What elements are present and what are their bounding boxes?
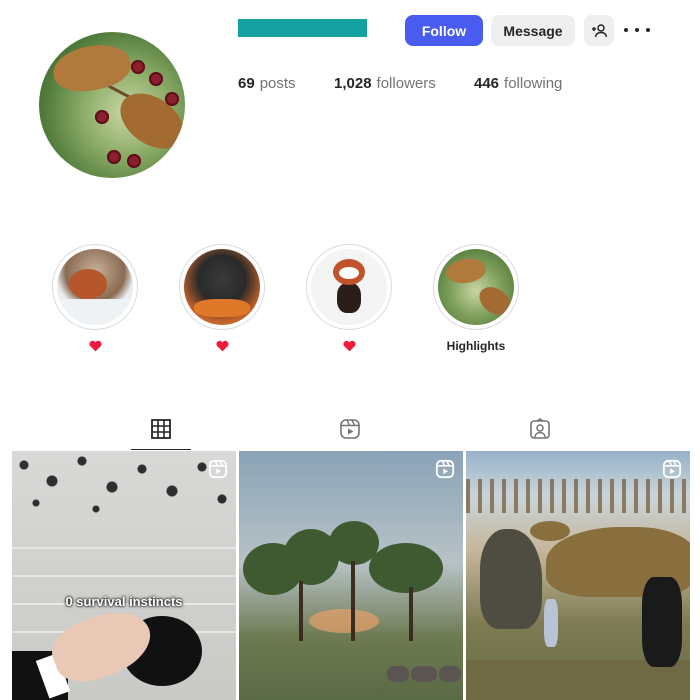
reels-icon	[340, 419, 360, 439]
following-stat[interactable]: 446 following	[474, 75, 562, 92]
posts-count: 69	[238, 75, 255, 92]
story-highlight[interactable]: Highlights	[433, 244, 519, 353]
highlight-ring	[179, 244, 265, 330]
tree	[369, 543, 443, 593]
posts-stat: 69 posts	[238, 75, 334, 92]
tab-posts[interactable]	[131, 416, 191, 450]
highlight-cover-squirrel	[57, 249, 133, 325]
squirrel	[69, 269, 107, 299]
following-label: following	[504, 75, 563, 92]
profile-avatar[interactable]	[39, 32, 185, 178]
wall-spots	[12, 451, 236, 521]
heart-icon	[88, 340, 102, 352]
avatar-berry	[131, 60, 145, 74]
mouse	[444, 256, 488, 286]
followers-stat[interactable]: 1,028 followers	[334, 75, 474, 92]
tree-trunk	[299, 581, 303, 641]
followers-label: followers	[376, 75, 436, 92]
dot	[624, 28, 628, 32]
highlight-label	[52, 339, 138, 353]
suggest-user-button[interactable]	[584, 15, 614, 46]
elephant	[387, 666, 409, 682]
post-thumbnail[interactable]	[466, 451, 690, 700]
highlight-ring	[433, 244, 519, 330]
tree-trunk	[351, 561, 355, 641]
heart-icon	[215, 340, 229, 352]
snow	[57, 299, 133, 325]
highlight-cover-mice	[438, 249, 514, 325]
reel-icon	[435, 459, 455, 479]
profile-stats: 69 posts 1,028 followers 446 following	[238, 75, 562, 92]
username-redacted	[238, 19, 367, 37]
posts-label: posts	[259, 75, 296, 92]
child	[544, 599, 558, 647]
followers-count: 1,028	[334, 75, 372, 92]
fence	[466, 479, 690, 513]
reel-icon	[208, 459, 228, 479]
story-highlight[interactable]	[52, 244, 138, 353]
add-user-icon	[592, 23, 607, 37]
mouse	[474, 281, 514, 321]
post-thumbnail[interactable]	[239, 451, 463, 700]
highlight-label: Highlights	[446, 339, 506, 353]
follow-button[interactable]: Follow	[405, 15, 483, 46]
man	[642, 577, 682, 667]
dot	[635, 28, 639, 32]
leaves	[194, 299, 250, 317]
floor-line	[12, 547, 236, 549]
grid-icon	[151, 419, 171, 439]
dinosaur-neck	[530, 521, 570, 541]
avatar-berry	[149, 72, 163, 86]
message-button[interactable]: Message	[491, 15, 575, 46]
sunset-glow	[309, 609, 379, 633]
highlight-label	[179, 339, 265, 353]
avatar-berry	[95, 110, 109, 124]
more-options-icon[interactable]	[624, 20, 650, 40]
dot	[646, 28, 650, 32]
dinosaur-statue	[480, 529, 542, 629]
avatar-berry	[165, 92, 179, 106]
post-caption: 0 survival instincts	[65, 594, 183, 609]
floor-line	[12, 575, 236, 577]
tab-reels[interactable]	[320, 416, 380, 450]
post-thumbnail[interactable]: 0 survival instincts	[12, 451, 236, 700]
tree-trunk	[409, 587, 413, 641]
story-highlight[interactable]	[179, 244, 265, 353]
following-count: 446	[474, 75, 500, 92]
elephant	[411, 666, 437, 682]
tab-tagged[interactable]	[510, 416, 570, 450]
panda-body	[337, 283, 361, 313]
story-highlight[interactable]	[306, 244, 392, 353]
highlight-ring	[52, 244, 138, 330]
avatar-mouse	[49, 39, 135, 97]
highlight-cover-red-panda	[311, 249, 387, 325]
heart-icon	[342, 340, 356, 352]
elephant	[439, 666, 461, 682]
avatar-berry	[107, 150, 121, 164]
panda-face	[339, 267, 359, 279]
highlight-ring	[306, 244, 392, 330]
highlight-label	[306, 339, 392, 353]
reel-icon	[662, 459, 682, 479]
tagged-icon	[530, 418, 550, 439]
avatar-berry	[127, 154, 141, 168]
highlight-cover-bear	[184, 249, 260, 325]
